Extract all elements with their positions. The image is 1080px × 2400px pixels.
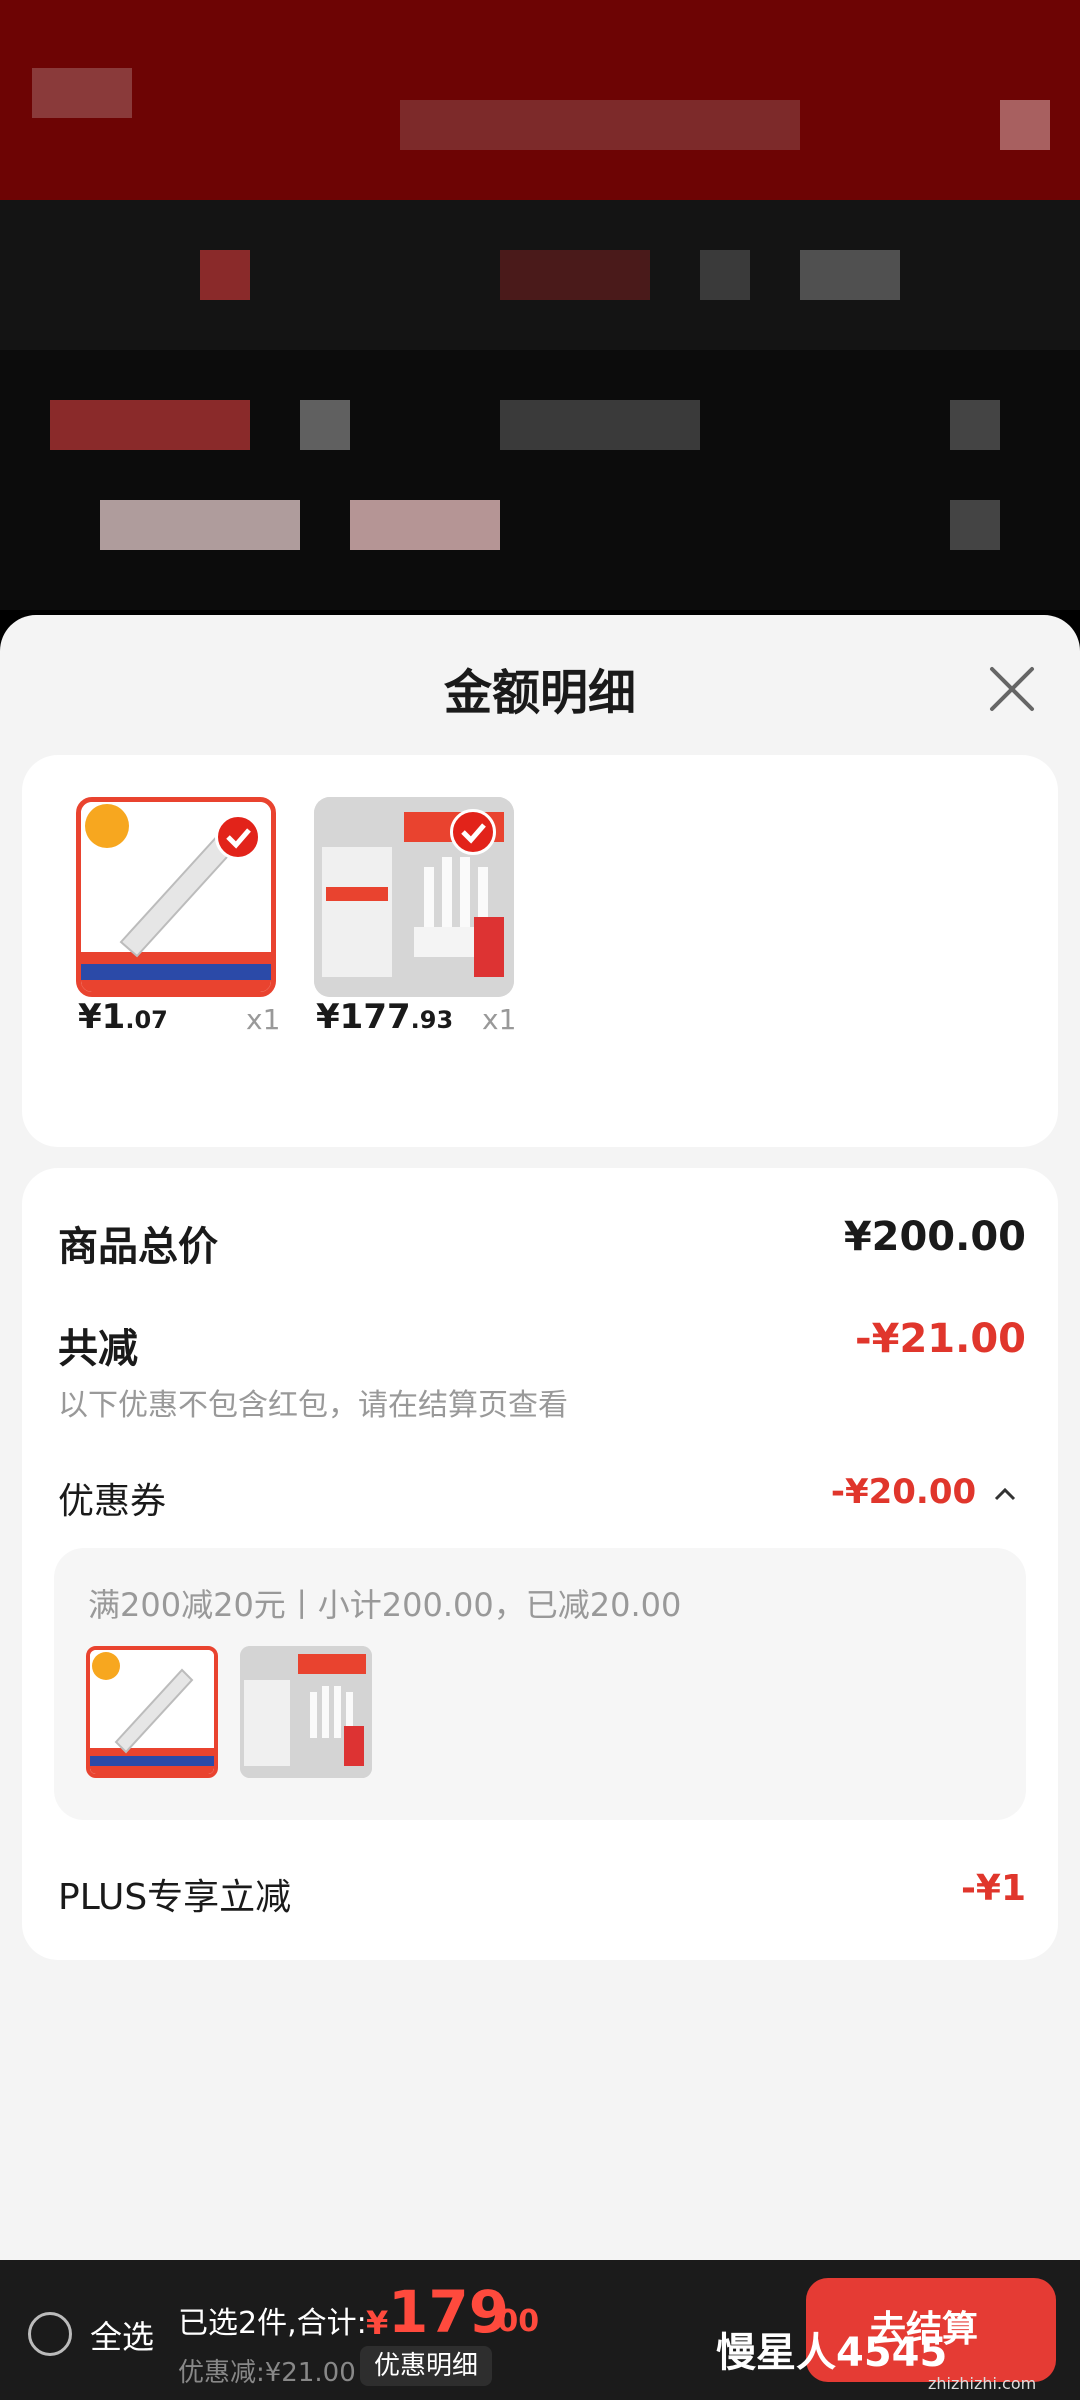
product-qty: x1 — [246, 1003, 281, 1036]
ruler-product-icon — [90, 1650, 214, 1774]
products-card: ¥1.07 x1 ¥177.93 x1 — [22, 755, 1058, 1147]
price-summary-card: 商品总价 ¥200.00 共减 -¥21.00 以下优惠不包含红包，请在结算页查… — [22, 1168, 1058, 1960]
product-qty: x1 — [482, 1003, 517, 1036]
blurred-block — [700, 250, 750, 300]
watermark-site: zhizhizhi.com — [928, 2374, 1037, 2393]
coupon-value: -¥20.00 — [830, 1472, 977, 1512]
coupon-label: 优惠券 — [58, 1481, 167, 1522]
blurred-block — [500, 400, 700, 450]
coupon-product-thumbnail-ruler — [86, 1646, 218, 1778]
blurred-block — [500, 250, 650, 300]
discount-detail-button[interactable]: 优惠明细 — [360, 2346, 493, 2386]
coupon-detail-text: 满200减20元丨小计200.00，已减20.00 — [88, 1586, 682, 1624]
blurred-block — [1000, 100, 1050, 150]
blurred-block — [100, 500, 300, 550]
blurred-block — [800, 250, 900, 300]
total-reduce-label: 共减 — [58, 1326, 138, 1372]
blurred-block — [950, 500, 1000, 550]
total-reduce-value: -¥21.00 — [855, 1316, 1026, 1362]
blurred-block — [200, 250, 250, 300]
selected-check-icon — [450, 809, 496, 855]
blurred-block — [50, 400, 250, 450]
total-amount-decimal: .00 — [486, 2304, 540, 2339]
coupon-detail-box: 满200减20元丨小计200.00，已减20.00 — [54, 1548, 1026, 1820]
total-price-value: ¥200.00 — [843, 1214, 1026, 1260]
amount-detail-sheet: 金额明细 ¥1.07 x1 ¥177.93 x1 商品总价 ¥200.00 共减… — [0, 615, 1080, 2260]
blurred-block — [950, 400, 1000, 450]
chevron-up-icon — [994, 1487, 1016, 1500]
product-price: ¥177.93 — [316, 997, 454, 1037]
watermark-text: 慢星人4545 — [716, 2330, 948, 2376]
selected-check-icon — [215, 814, 261, 860]
reduce-note: 以下优惠不包含红包，请在结算页查看 — [58, 1388, 568, 1423]
total-currency: ¥ — [366, 2304, 389, 2342]
selected-count-text: 已选2件,合计: — [178, 2306, 367, 2341]
plus-discount-label: PLUS专享立减 — [58, 1877, 292, 1918]
coupon-product-thumbnail-router — [240, 1646, 372, 1778]
product-image-router[interactable] — [314, 797, 514, 997]
blurred-block — [300, 400, 350, 450]
background-nav: 全部 — [0, 200, 1080, 496]
discount-amount-text: 优惠减:¥21.00 — [178, 2358, 356, 2388]
plus-discount-value: -¥1 — [960, 1868, 1026, 1909]
background-list — [0, 350, 1080, 610]
router-product-icon — [240, 1646, 372, 1778]
checkout-bar: 全选 已选2件,合计: ¥ 179 .00 优惠减:¥21.00 优惠明细 去结… — [0, 2260, 1080, 2400]
close-icon[interactable] — [984, 661, 1040, 717]
product-image-ruler[interactable] — [76, 797, 276, 997]
select-all-radio[interactable] — [28, 2312, 72, 2356]
background-header — [0, 0, 1080, 200]
blurred-block — [350, 500, 500, 550]
product-price: ¥1.07 — [78, 997, 168, 1037]
sheet-title: 金额明细 — [443, 665, 636, 721]
blurred-block — [32, 68, 132, 118]
blurred-block — [400, 100, 800, 150]
total-price-label: 商品总价 — [58, 1224, 218, 1270]
coupon-toggle[interactable]: -¥20.00 — [831, 1472, 1018, 1512]
select-all-label[interactable]: 全选 — [90, 2312, 154, 2358]
